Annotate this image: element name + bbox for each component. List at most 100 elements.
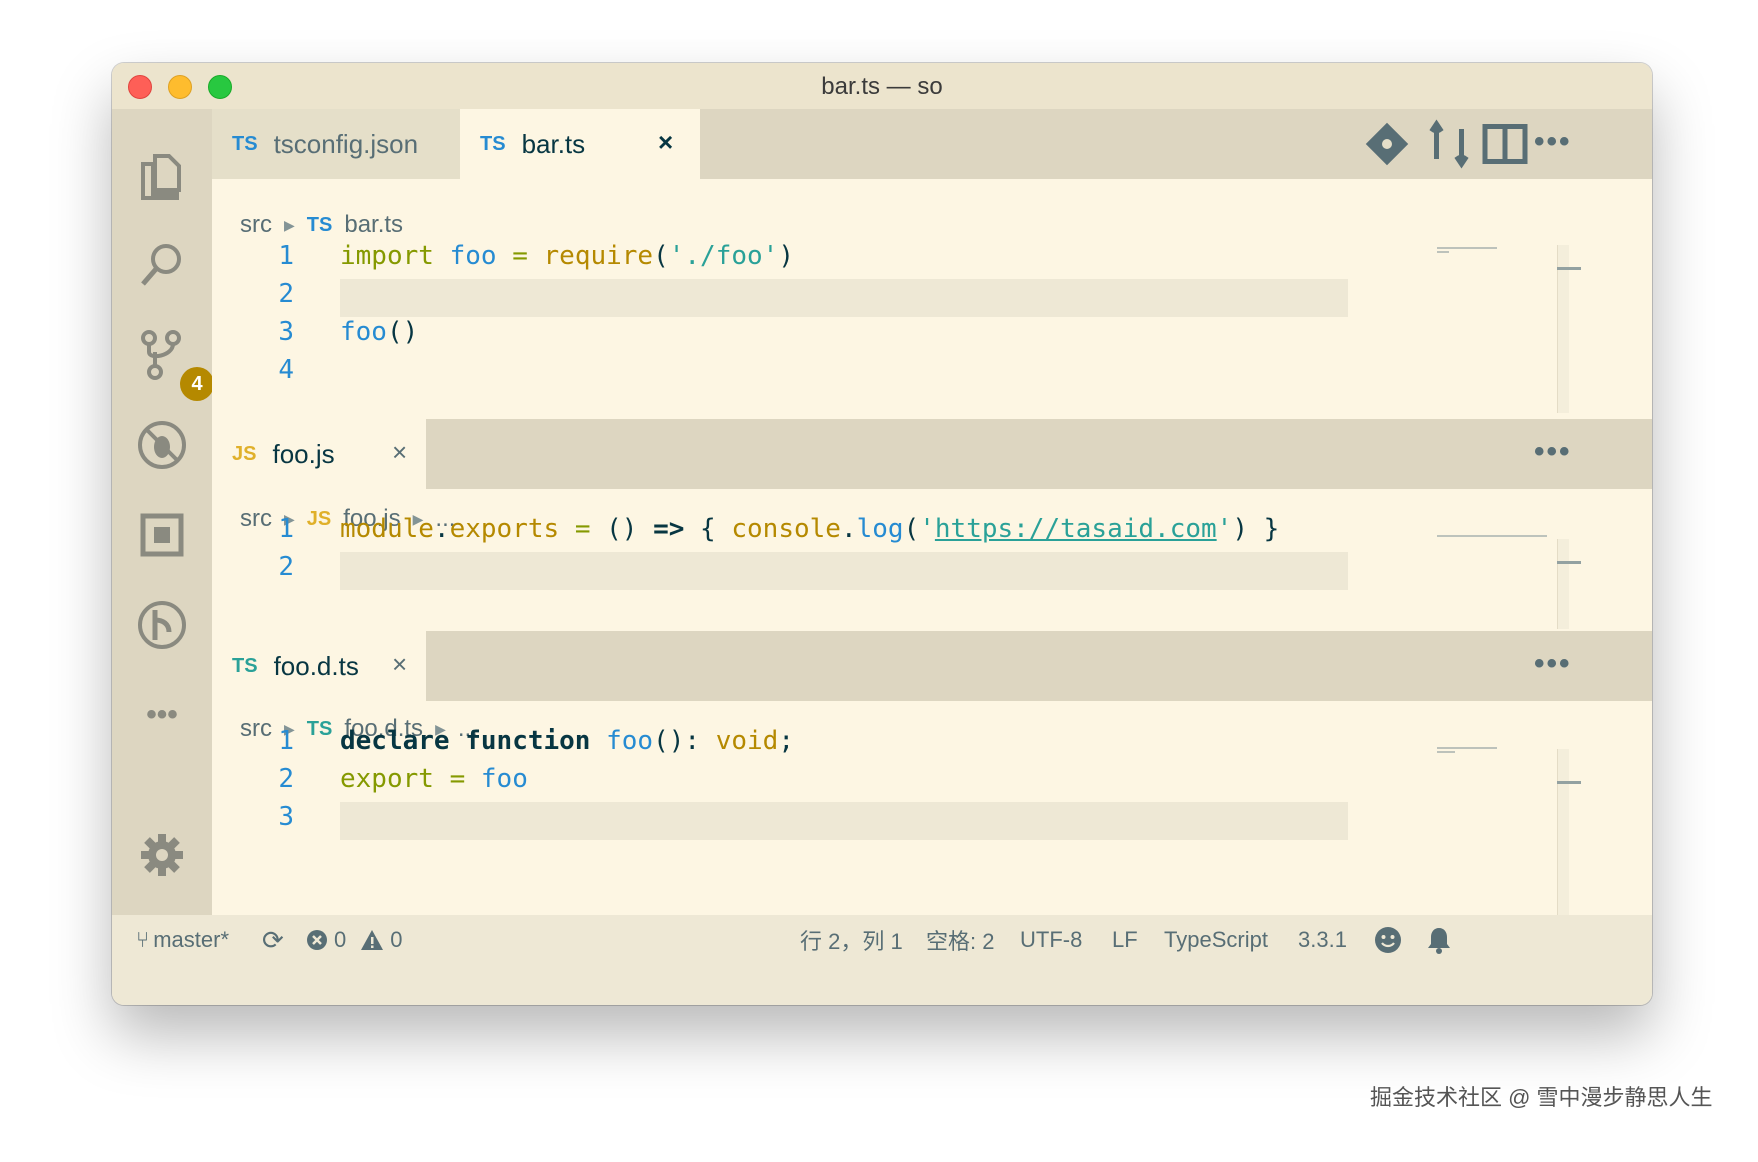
code-token: foo: [606, 726, 654, 756]
typescript-file-icon: TS: [232, 654, 258, 677]
code-line[interactable]: 1 import foo = require('./foo'): [212, 241, 1472, 279]
scrollbar-thumb[interactable]: [1557, 561, 1581, 564]
error-icon: [307, 930, 327, 950]
code-token: ': [919, 514, 935, 544]
branch-name: master*: [153, 927, 229, 952]
error-count: 0: [334, 927, 347, 952]
code-text[interactable]: export = foo: [340, 764, 528, 794]
vscode-window: bar.ts — so 4 ••• TS tsconfig.json TS ba…: [112, 63, 1652, 1005]
tab-label: bar.ts: [521, 128, 586, 159]
close-tab-icon[interactable]: ×: [392, 437, 407, 468]
line-number: 2: [278, 279, 294, 309]
code-token: .: [840, 514, 857, 544]
code-line[interactable]: 3 foo(): [212, 317, 1472, 355]
group1-tabbar: TS tsconfig.json TS bar.ts × •••: [212, 109, 1652, 179]
code-token: log: [856, 514, 904, 544]
code-line[interactable]: 1 declare function foo(): void;: [212, 726, 1472, 764]
tab-bar-ts[interactable]: TS bar.ts ×: [460, 109, 700, 179]
line-number: 1: [278, 514, 294, 544]
tab-label: foo.d.ts: [273, 650, 359, 681]
branch-status[interactable]: ⑂ master*: [136, 915, 229, 965]
code-line[interactable]: 2: [212, 552, 1472, 590]
language-mode[interactable]: TypeScript: [1164, 915, 1268, 965]
line-number: 2: [278, 764, 294, 794]
remote-icon[interactable]: [132, 595, 192, 655]
scm-badge: 4: [180, 367, 214, 401]
files-icon[interactable]: [132, 145, 192, 205]
code-text[interactable]: import foo = require('./foo'): [340, 241, 794, 271]
ts-version[interactable]: 3.3.1: [1298, 915, 1347, 965]
compare-icon[interactable]: [1424, 119, 1474, 169]
source-control-icon[interactable]: 4: [132, 325, 214, 401]
current-line-highlight: [340, 552, 1348, 590]
search-icon[interactable]: [132, 235, 192, 295]
close-tab-icon[interactable]: ×: [392, 649, 407, 680]
code-token: foo: [480, 764, 528, 794]
end-of-line[interactable]: LF: [1112, 915, 1138, 965]
code-text[interactable]: foo(): [340, 317, 418, 347]
sync-icon[interactable]: ⟳: [262, 915, 284, 965]
breadcrumb: src ▶ TS bar.ts: [240, 205, 403, 245]
code-text[interactable]: module.exports = () => { console.log('ht…: [340, 514, 1279, 544]
code-token: ():: [653, 726, 716, 756]
group2-tabbar: JS foo.js × •••: [212, 419, 1652, 489]
code-token: foo: [340, 317, 387, 347]
warning-count: 0: [390, 927, 403, 952]
tab-label: tsconfig.json: [273, 128, 419, 159]
breadcrumb-folder[interactable]: src: [240, 211, 272, 239]
problems-status[interactable]: 0 0: [306, 915, 403, 965]
feedback-smiley-icon[interactable]: [1374, 915, 1408, 965]
close-tab-icon[interactable]: ×: [658, 127, 673, 158]
code-token: module: [340, 514, 434, 544]
code-line[interactable]: 2: [212, 279, 1472, 317]
typescript-file-icon: TS: [232, 132, 258, 155]
settings-icon[interactable]: [132, 825, 192, 885]
code-token: foo: [449, 241, 497, 271]
code-line[interactable]: 4: [212, 355, 1472, 393]
indentation[interactable]: 空格: 2: [926, 915, 994, 965]
line-number: 1: [278, 726, 294, 756]
debug-icon[interactable]: [132, 415, 192, 475]
code-line[interactable]: 2 export = foo: [212, 764, 1472, 802]
code-token: ) }: [1232, 514, 1280, 544]
warning-icon: [361, 930, 384, 950]
code-line[interactable]: 3: [212, 802, 1472, 840]
code-line[interactable]: 1 module.exports = () => { console.log('h…: [212, 514, 1472, 552]
scrollbar[interactable]: [1557, 539, 1569, 629]
encoding[interactable]: UTF-8: [1020, 915, 1082, 965]
current-line-highlight: [340, 802, 1348, 840]
scrollbar[interactable]: [1557, 245, 1569, 413]
more-actions-icon[interactable]: •••: [1534, 125, 1572, 159]
scrollbar-thumb[interactable]: [1557, 781, 1581, 784]
tab-tsconfig[interactable]: TS tsconfig.json: [212, 109, 460, 179]
scrollbar[interactable]: [1557, 749, 1569, 915]
line-number: 2: [278, 552, 294, 582]
breadcrumb-file[interactable]: bar.ts: [344, 211, 403, 239]
code-token: https://tasaid.com: [934, 514, 1217, 544]
javascript-file-icon: JS: [232, 442, 257, 465]
extensions-icon[interactable]: [132, 505, 192, 565]
tab-foo-d-ts[interactable]: TS foo.d.ts ×: [212, 631, 426, 701]
cursor-position[interactable]: 行 2，列 1: [800, 915, 903, 965]
split-editor-icon[interactable]: [1480, 119, 1530, 169]
typescript-file-icon: TS: [306, 213, 333, 236]
line-number: 3: [278, 317, 294, 347]
code-token: =: [574, 514, 591, 544]
git-branch-icon: ⑂: [136, 927, 150, 952]
code-token: =>: [653, 514, 685, 544]
tab-foo-js[interactable]: JS foo.js ×: [212, 419, 426, 489]
more-icon[interactable]: •••: [132, 685, 192, 745]
code-text[interactable]: declare function foo(): void;: [340, 726, 794, 756]
code-token: .: [433, 514, 450, 544]
line-number: 3: [278, 802, 294, 832]
scrollbar-thumb[interactable]: [1557, 267, 1581, 270]
group3-tabbar: TS foo.d.ts × •••: [212, 631, 1652, 701]
open-changes-icon[interactable]: [1362, 119, 1412, 169]
more-actions-icon[interactable]: •••: [1534, 435, 1572, 469]
bell-icon[interactable]: [1426, 915, 1458, 965]
more-actions-icon[interactable]: •••: [1534, 647, 1572, 681]
